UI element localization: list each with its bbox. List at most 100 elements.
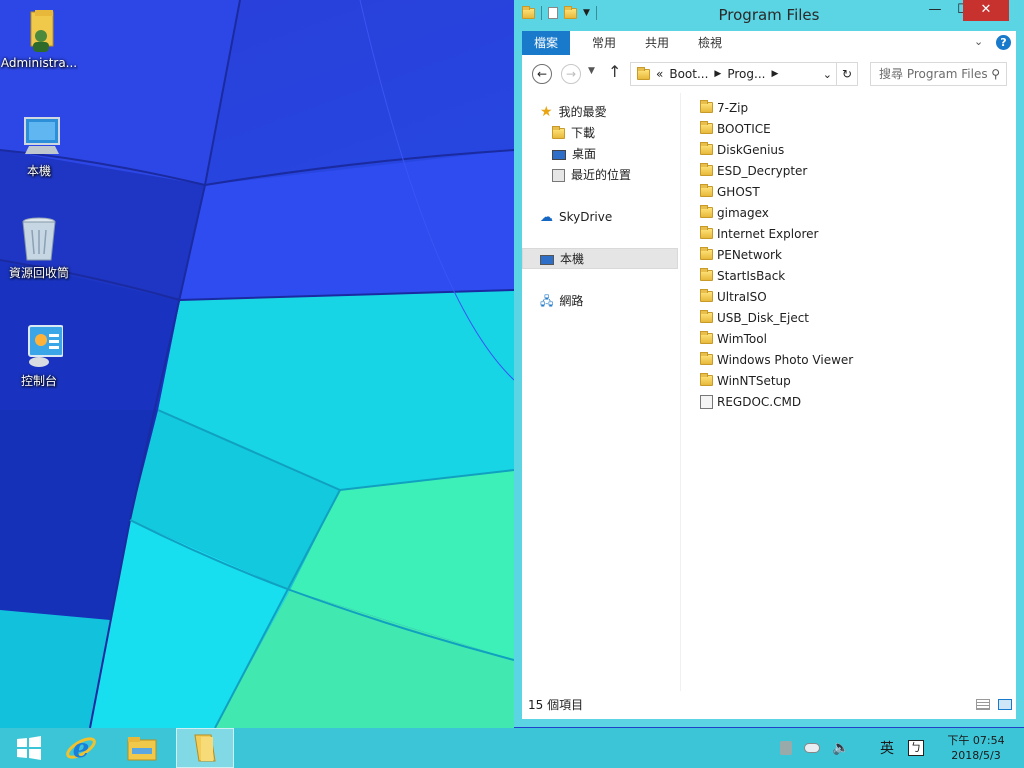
explorer-window: ▼ Program Files — ☐ ✕ 檔案 常用 共用 檢視 ⌄ ? ← … (514, 0, 1024, 727)
address-overflow[interactable]: « (656, 67, 663, 81)
nav-recent-places[interactable]: 最近的位置 (552, 165, 631, 186)
folder-icon (194, 734, 216, 762)
title-bar[interactable]: ▼ Program Files — ☐ ✕ (514, 0, 1024, 30)
file-list-item[interactable]: UltraISO (700, 286, 853, 307)
desktop-icon-label: Administra... (0, 56, 78, 70)
forward-button[interactable]: → (561, 64, 581, 84)
cmd-file-icon (700, 394, 713, 409)
desktop-icon-control-panel[interactable]: 控制台 (0, 322, 78, 389)
file-name: REGDOC.CMD (717, 394, 802, 409)
details-view-icon[interactable] (976, 699, 990, 710)
address-bar[interactable]: « Boot... ▶ Prog... ▶ ⌄ ↻ (630, 62, 858, 86)
file-name: BOOTICE (717, 121, 771, 136)
breadcrumb-boot[interactable]: Boot... (669, 67, 708, 81)
nav-label: 我的最愛 (558, 105, 607, 119)
start-button[interactable] (0, 728, 58, 768)
cloud-icon: ☁ (540, 210, 553, 225)
file-list-item[interactable]: DiskGenius (700, 139, 853, 160)
desktop-icon-label: 資源回收筒 (8, 266, 69, 280)
file-list-item[interactable]: gimagex (700, 202, 853, 223)
taskbar-internet-explorer[interactable]: e (52, 728, 110, 768)
nav-downloads[interactable]: 下載 (552, 123, 595, 144)
ime-mode[interactable]: ㄅ (908, 728, 924, 768)
nav-label: 本機 (560, 252, 585, 266)
file-list-item[interactable]: ESD_Decrypter (700, 160, 853, 181)
folder-icon (700, 268, 713, 281)
folder-icon (700, 205, 713, 218)
taskbar-file-explorer[interactable] (113, 728, 171, 768)
help-icon[interactable]: ? (996, 35, 1011, 50)
folder-icon (700, 352, 713, 365)
computer-icon (15, 112, 63, 160)
search-input[interactable]: 搜尋 Program Files ⚲ (870, 62, 1007, 86)
file-list-item[interactable]: REGDOC.CMD (700, 391, 853, 412)
clock[interactable]: 下午 07:54 2018/5/3 (936, 733, 1016, 763)
taskbar: e 🔈 英 ㄅ 下午 07:54 2018/5/3 (0, 728, 1024, 768)
file-name: StartIsBack (717, 268, 786, 283)
file-list-item[interactable]: Internet Explorer (700, 223, 853, 244)
nav-this-pc[interactable]: 本機 (540, 249, 584, 270)
close-button[interactable]: ✕ (963, 0, 1009, 21)
file-list-item[interactable]: WinNTSetup (700, 370, 853, 391)
file-list-item[interactable]: PENetwork (700, 244, 853, 265)
refresh-icon[interactable]: ↻ (835, 63, 857, 85)
back-button[interactable]: ← (532, 64, 552, 84)
network-tray-icon[interactable] (804, 743, 820, 753)
ime-mode-icon: ㄅ (908, 740, 924, 756)
tab-home[interactable]: 常用 (580, 31, 628, 55)
item-count: 15 個項目 (528, 698, 584, 712)
recycle-bin-icon (15, 214, 63, 262)
tab-share[interactable]: 共用 (633, 31, 681, 55)
file-list: 7-Zip BOOTICE DiskGenius ESD_Decrypter GHOST… (700, 97, 853, 412)
nav-network[interactable]: 🖧 網路 (540, 291, 583, 312)
file-list-item[interactable]: GHOST (700, 181, 853, 202)
search-placeholder: 搜尋 Program Files (879, 67, 988, 81)
recent-places-icon (552, 169, 565, 182)
desktop-icon-label: 控制台 (20, 374, 57, 388)
folder-icon (700, 289, 713, 302)
navigation-pane: ★ 我的最愛 下載 桌面 最近的位置 ☁ SkyDrive 本機 🖧 網路 (522, 93, 681, 691)
desktop-icon-administrator[interactable]: Administra... (0, 6, 78, 70)
nav-label: 最近的位置 (571, 168, 632, 182)
file-name: Windows Photo Viewer (717, 352, 854, 367)
ime-language[interactable]: 英 (880, 728, 894, 768)
up-arrow-icon[interactable]: ↑ (608, 62, 621, 81)
taskbar-program-files-window[interactable] (176, 728, 234, 768)
volume-icon[interactable]: 🔈 (832, 740, 849, 756)
file-list-item[interactable]: USB_Disk_Eject (700, 307, 853, 328)
folder-icon (637, 66, 650, 80)
file-list-item[interactable]: 7-Zip (700, 97, 853, 118)
file-list-item[interactable]: WimTool (700, 328, 853, 349)
desktop-icon-recycle-bin[interactable]: 資源回收筒 (0, 214, 78, 281)
file-list-item[interactable]: Windows Photo Viewer (700, 349, 853, 370)
notification-area: 🔈 (780, 728, 849, 768)
folder-icon (700, 184, 713, 197)
file-name: USB_Disk_Eject (717, 310, 810, 325)
desktop-icon-label: 本機 (26, 164, 51, 178)
breadcrumb-chevron-icon[interactable]: ▶ (771, 69, 778, 79)
minimize-button[interactable]: — (921, 0, 949, 21)
tab-view[interactable]: 檢視 (686, 31, 734, 55)
file-list-item[interactable]: StartIsBack (700, 265, 853, 286)
nav-desktop[interactable]: 桌面 (552, 144, 596, 165)
tab-file[interactable]: 檔案 (522, 31, 571, 55)
breadcrumb-chevron-icon[interactable]: ▶ (714, 69, 721, 79)
nav-favorites[interactable]: ★ 我的最愛 (540, 102, 607, 123)
folder-icon (700, 310, 713, 323)
desktop-icon-this-pc[interactable]: 本機 (0, 112, 78, 179)
large-icons-view-icon[interactable] (998, 699, 1012, 710)
status-bar: 15 個項目 (522, 691, 1016, 719)
usb-eject-icon[interactable] (780, 741, 792, 755)
ribbon-tabs: 檔案 常用 共用 檢視 ⌄ ? (522, 31, 1016, 55)
breadcrumb-program-files[interactable]: Prog... (727, 67, 765, 81)
recent-locations-chevron-icon[interactable]: ▼ (588, 66, 595, 76)
expand-ribbon-chevron-icon[interactable]: ⌄ (974, 35, 983, 48)
computer-icon (540, 254, 554, 265)
file-explorer-icon (127, 737, 157, 761)
file-list-item[interactable]: BOOTICE (700, 118, 853, 139)
user-folder-icon (15, 6, 63, 54)
nav-skydrive[interactable]: ☁ SkyDrive (540, 207, 612, 228)
file-name: WinNTSetup (717, 373, 791, 388)
address-dropdown-icon[interactable]: ⌄ (823, 68, 832, 81)
folder-icon (700, 142, 713, 155)
